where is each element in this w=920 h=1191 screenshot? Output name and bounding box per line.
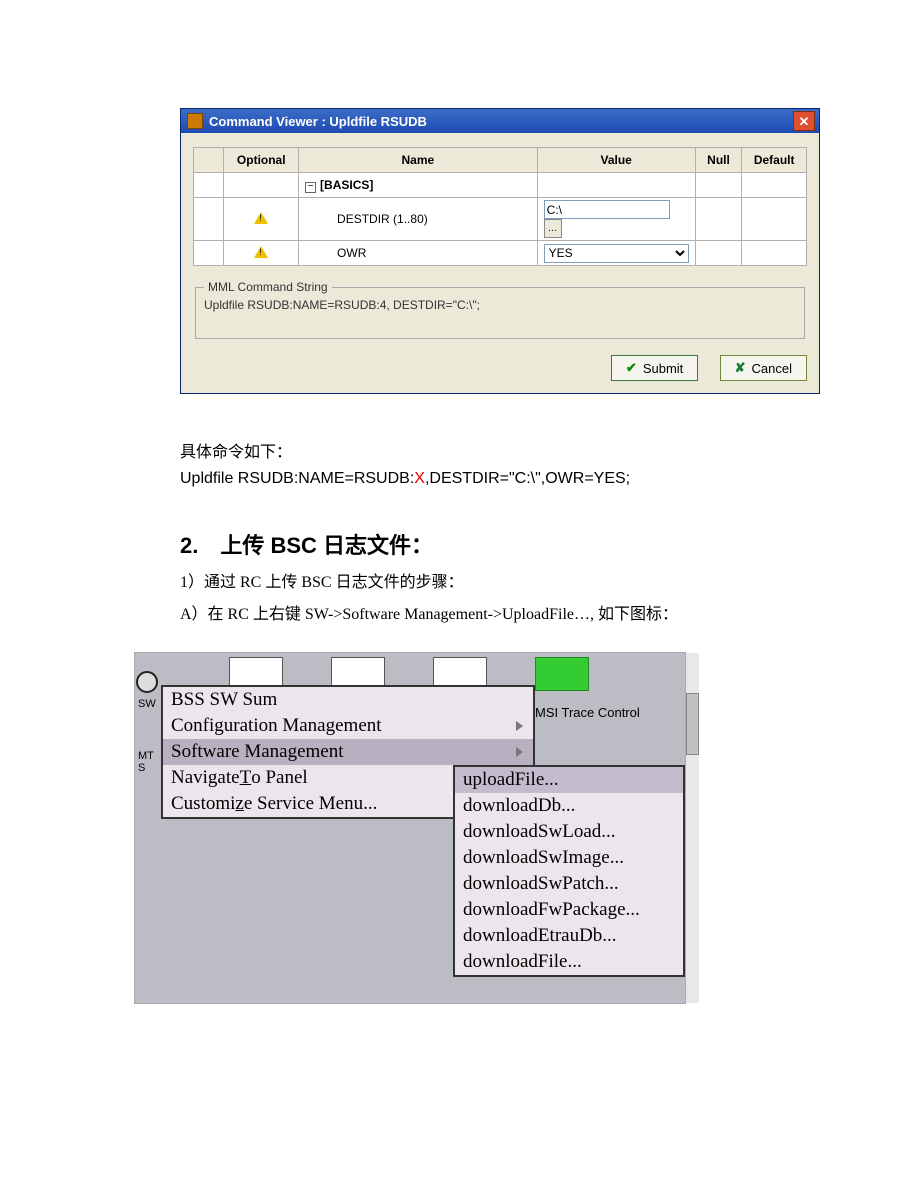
destdir-input[interactable] bbox=[544, 200, 670, 219]
titlebar: Command Viewer : Upldfile RSUDB ✕ bbox=[181, 109, 819, 133]
step-a: A）在 RC 上右键 SW->Software Management->Uplo… bbox=[180, 600, 820, 624]
document-body: 具体命令如下： Upldfile RSUDB:NAME=RSUDB:X,DEST… bbox=[180, 438, 820, 624]
toolbar-item-active bbox=[535, 657, 589, 691]
mml-text: Upldfile RSUDB:NAME=RSUDB:4, DESTDIR="C:… bbox=[204, 298, 796, 312]
warning-icon bbox=[254, 212, 268, 224]
menu-item-downloadfile[interactable]: downloadFile... bbox=[455, 949, 683, 975]
menu-item-config-mgmt[interactable]: Configuration Management bbox=[163, 713, 533, 739]
scrollbar[interactable] bbox=[685, 653, 699, 1003]
context-menu-2: uploadFile... downloadDb... downloadSwLo… bbox=[453, 765, 685, 977]
col-optional: Optional bbox=[224, 148, 299, 173]
menu-item-software-mgmt[interactable]: Software Management bbox=[163, 739, 533, 765]
mml-fieldset: MML Command String Upldfile RSUDB:NAME=R… bbox=[195, 280, 805, 339]
text-intro: 具体命令如下： bbox=[180, 438, 820, 462]
app-icon bbox=[187, 113, 203, 129]
menu-item-downloadswpatch[interactable]: downloadSwPatch... bbox=[455, 871, 683, 897]
parameter-table: Optional Name Value Null Default −[BASIC… bbox=[193, 147, 807, 266]
owr-select[interactable]: YES bbox=[544, 244, 689, 263]
col-name: Name bbox=[299, 148, 538, 173]
check-icon: ✔ bbox=[626, 360, 637, 376]
window-title: Command Viewer : Upldfile RSUDB bbox=[209, 114, 793, 129]
col-value: Value bbox=[537, 148, 695, 173]
col-null: Null bbox=[695, 148, 742, 173]
cancel-button[interactable]: ✘ Cancel bbox=[720, 355, 807, 381]
command-line: Upldfile RSUDB:NAME=RSUDB:X,DESTDIR="C:\… bbox=[180, 470, 820, 488]
close-icon[interactable]: ✕ bbox=[793, 111, 815, 131]
menu-item-downloaddb[interactable]: downloadDb... bbox=[455, 793, 683, 819]
section-heading: 2. 上传 BSC 日志文件： bbox=[180, 528, 820, 560]
menu-item-uploadfile[interactable]: uploadFile... bbox=[455, 767, 683, 793]
rc-screenshot: SW MT S MSI Trace Control BSS SW Sum Con… bbox=[134, 652, 686, 1004]
row-owr: OWR YES bbox=[194, 241, 807, 266]
col-default: Default bbox=[742, 148, 807, 173]
side-labels: SW MT S bbox=[135, 691, 159, 777]
submit-button[interactable]: ✔ Submit bbox=[611, 355, 698, 381]
command-viewer-dialog: Command Viewer : Upldfile RSUDB ✕ Option… bbox=[180, 108, 820, 394]
collapse-icon[interactable]: − bbox=[305, 182, 316, 193]
row-destdir: DESTDIR (1..80) … bbox=[194, 198, 807, 241]
menu-item-downloadswload[interactable]: downloadSwLoad... bbox=[455, 819, 683, 845]
submenu-arrow-icon bbox=[516, 721, 523, 731]
row-basics: −[BASICS] bbox=[194, 173, 807, 198]
col-handle bbox=[194, 148, 224, 173]
bg-label: MSI Trace Control bbox=[535, 705, 640, 720]
warning-icon bbox=[254, 246, 268, 258]
mml-legend: MML Command String bbox=[204, 280, 332, 294]
browse-button[interactable]: … bbox=[544, 219, 562, 238]
placeholder-x: X bbox=[414, 470, 425, 487]
x-icon: ✘ bbox=[735, 360, 746, 376]
submenu-arrow-icon bbox=[516, 747, 523, 757]
menu-item-bss-sw-sum[interactable]: BSS SW Sum bbox=[163, 687, 533, 713]
scrollbar-thumb[interactable] bbox=[686, 693, 699, 755]
menu-item-downloadfwpackage[interactable]: downloadFwPackage... bbox=[455, 897, 683, 923]
menu-item-downloadetraudb[interactable]: downloadEtrauDb... bbox=[455, 923, 683, 949]
basics-label: [BASICS] bbox=[320, 178, 373, 192]
step-1: 1）通过 RC 上传 BSC 日志文件的步骤： bbox=[180, 568, 820, 592]
owr-name: OWR bbox=[299, 241, 538, 266]
destdir-name: DESTDIR (1..80) bbox=[299, 198, 538, 241]
menu-item-downloadswimage[interactable]: downloadSwImage... bbox=[455, 845, 683, 871]
